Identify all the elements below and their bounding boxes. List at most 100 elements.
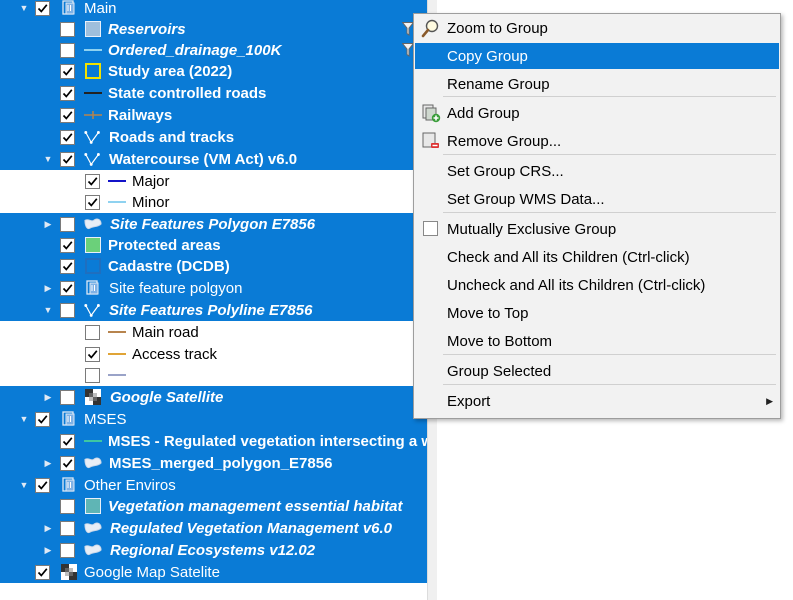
layer-visibility-checkbox[interactable] (60, 281, 75, 296)
rule-based-icon (84, 150, 102, 168)
layer-visibility-checkbox[interactable] (85, 347, 100, 362)
layer-visibility-checkbox[interactable] (60, 217, 75, 232)
layer-visibility-checkbox[interactable] (85, 195, 100, 210)
menu-item-check-and-all-its-children-ctrl-click[interactable]: Check and All its Children (Ctrl-click) (415, 244, 779, 270)
layer-row-minor[interactable]: Minor (0, 191, 427, 213)
menu-item-zoom-to-group[interactable]: Zoom to Group (415, 15, 779, 41)
collapse-arrow-icon[interactable]: ▼ (19, 0, 29, 19)
layer-row-site-features-polyline-e7856[interactable]: ▼ Site Features Polyline E7856 (0, 299, 427, 321)
menu-item-move-to-bottom[interactable]: Move to Bottom (415, 328, 779, 354)
layer-row-regulated-vegetation-management-v6-0[interactable]: ▶ Regulated Vegetation Management v6.0 (0, 517, 427, 539)
layer-visibility-checkbox[interactable] (60, 238, 75, 253)
menu-item-group-selected[interactable]: Group Selected (415, 358, 779, 384)
layer-row-roads-and-tracks[interactable]: Roads and tracks (0, 126, 427, 148)
expand-arrow-icon[interactable]: ▶ (43, 386, 53, 408)
menu-item-set-group-wms-data[interactable]: Set Group WMS Data... (415, 186, 779, 212)
layer-visibility-checkbox[interactable] (35, 565, 50, 580)
zoom-icon (421, 18, 441, 38)
expand-arrow-icon[interactable]: ▶ (43, 517, 53, 539)
layer-label: Regulated Vegetation Management v6.0 (110, 519, 393, 537)
layer-row-reservoirs[interactable]: Reservoirs (0, 18, 427, 40)
layer-row-other-enviros[interactable]: ▼ Other Enviros (0, 474, 427, 496)
layer-visibility-checkbox[interactable] (85, 368, 100, 383)
layer-row-study-area-2022[interactable]: Study area (2022) (0, 60, 427, 82)
layer-row-google-map-satelite[interactable]: Google Map Satelite (0, 561, 427, 583)
add-group-icon (421, 103, 441, 123)
layer-visibility-checkbox[interactable] (60, 434, 75, 449)
collapse-arrow-icon[interactable]: ▼ (19, 474, 29, 496)
menu-item-copy-group[interactable]: Copy Group (415, 43, 779, 69)
mutually-exclusive-checkbox[interactable] (423, 221, 438, 236)
expand-arrow-icon[interactable]: ▶ (43, 539, 53, 561)
layer-visibility-checkbox[interactable] (60, 22, 75, 37)
layer-visibility-checkbox[interactable] (60, 43, 75, 58)
menu-item-move-to-top[interactable]: Move to Top (415, 300, 779, 326)
menu-item-rename-group[interactable]: Rename Group (415, 71, 779, 97)
layer-visibility-checkbox[interactable] (60, 108, 75, 123)
collapse-arrow-icon[interactable]: ▼ (19, 408, 29, 430)
layer-visibility-checkbox[interactable] (60, 152, 75, 167)
layer-visibility-checkbox[interactable] (60, 499, 75, 514)
collapse-arrow-icon[interactable]: ▼ (43, 148, 53, 170)
layer-row-watercourse-vm-act-v6-0[interactable]: ▼ Watercourse (VM Act) v6.0 (0, 148, 427, 170)
line-symbol-icon (108, 366, 126, 384)
layer-row-cadastre-dcdb[interactable]: Cadastre (DCDB) (0, 255, 427, 277)
expand-arrow-icon[interactable]: ▶ (43, 213, 53, 235)
layer-row-site-feature-polgyon[interactable]: ▶ Site feature polgyon (0, 277, 427, 299)
layer-row-unnamed-17[interactable] (0, 364, 427, 386)
layer-row-access-track[interactable]: Access track (0, 343, 427, 365)
layer-label: MSES - Regulated vegetation intersecting… (108, 432, 427, 450)
layer-visibility-checkbox[interactable] (60, 543, 75, 558)
layer-row-ordered-drainage-100k[interactable]: Ordered_drainage_100K (0, 39, 427, 61)
layer-row-protected-areas[interactable]: Protected areas (0, 234, 427, 256)
layer-label: Regional Ecosystems v12.02 (110, 541, 316, 559)
layer-visibility-checkbox[interactable] (60, 303, 75, 318)
collapse-arrow-icon[interactable]: ▼ (43, 299, 53, 321)
layer-row-vegetation-management-essential-habitat[interactable]: Vegetation management essential habitat (0, 495, 427, 517)
layer-visibility-checkbox[interactable] (60, 456, 75, 471)
expand-arrow-icon[interactable]: ▶ (43, 452, 53, 474)
menu-item-export[interactable]: Export ▶ (415, 388, 779, 414)
layer-row-railways[interactable]: Railways (0, 104, 427, 126)
menu-item-set-group-crs[interactable]: Set Group CRS... (415, 158, 779, 184)
layer-visibility-checkbox[interactable] (35, 478, 50, 493)
expand-arrow-icon[interactable]: ▶ (43, 277, 53, 299)
layer-visibility-checkbox[interactable] (60, 259, 75, 274)
layer-row-mses-regulated-vegetation-intersecting-a-watercourse[interactable]: MSES - Regulated vegetation intersecting… (0, 430, 427, 452)
fill-symbol-icon (84, 20, 102, 38)
layer-visibility-checkbox[interactable] (85, 174, 100, 189)
menu-item-label: Export (447, 392, 491, 410)
layer-row-mses-merged-polygon-e7856[interactable]: ▶ MSES_merged_polygon_E7856 (0, 452, 427, 474)
layer-visibility-checkbox[interactable] (60, 86, 75, 101)
menu-item-mutually-exclusive-group[interactable]: Mutually Exclusive Group (415, 216, 779, 242)
menu-item-label: Set Group CRS... (447, 162, 564, 180)
layer-label: Main (84, 0, 117, 17)
layer-row-google-satellite[interactable]: ▶ Google Satellite (0, 386, 427, 408)
layer-label: Google Map Satelite (84, 563, 220, 581)
layer-visibility-checkbox[interactable] (35, 412, 50, 427)
menu-item-add-group[interactable]: Add Group (415, 100, 779, 126)
menu-item-label: Add Group (447, 104, 520, 122)
layer-row-major[interactable]: Major (0, 170, 427, 192)
layer-visibility-checkbox[interactable] (60, 130, 75, 145)
context-menu: Zoom to Group Copy Group Rename Group Add G… (413, 13, 781, 419)
menu-separator (443, 384, 776, 385)
layer-row-state-controlled-roads[interactable]: State controlled roads (0, 82, 427, 104)
layer-visibility-checkbox[interactable] (60, 521, 75, 536)
layer-row-main-road[interactable]: Main road (0, 321, 427, 343)
layer-visibility-checkbox[interactable] (60, 64, 75, 79)
layer-visibility-checkbox[interactable] (35, 1, 50, 16)
layer-row-site-features-polygon-e7856[interactable]: ▶ Site Features Polygon E7856 (0, 213, 427, 235)
menu-item-uncheck-and-all-its-children-ctrl-click[interactable]: Uncheck and All its Children (Ctrl-click… (415, 272, 779, 298)
menu-item-remove-group[interactable]: Remove Group... (415, 128, 779, 154)
menu-item-label: Move to Top (447, 304, 529, 322)
layer-row-regional-ecosystems-v12-02[interactable]: ▶ Regional Ecosystems v12.02 (0, 539, 427, 561)
layer-row-main[interactable]: ▼ Main (0, 0, 427, 19)
layer-visibility-checkbox[interactable] (85, 325, 100, 340)
layers-panel: ▼ Main Reservoirs Ordered_drainage_100K Stud… (0, 0, 427, 600)
layer-label: Ordered_drainage_100K (108, 41, 282, 59)
line-symbol-icon (84, 41, 102, 59)
layer-label: Site Features Polyline E7856 (109, 301, 313, 319)
layer-row-mses[interactable]: ▼ MSES (0, 408, 427, 430)
layer-visibility-checkbox[interactable] (60, 390, 75, 405)
